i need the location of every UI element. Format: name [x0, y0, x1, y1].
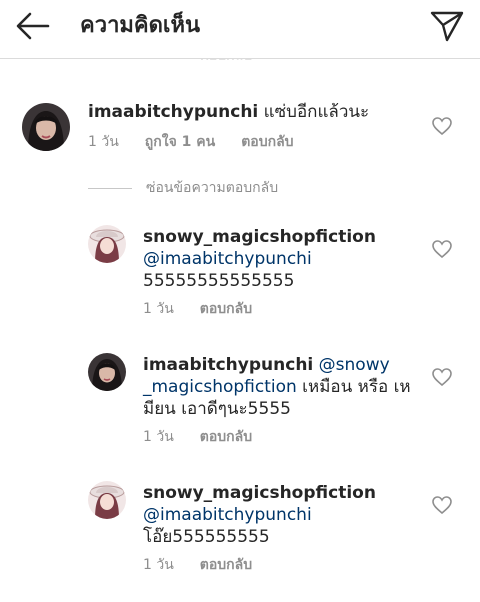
reply-username[interactable]: snowy_magicshopfiction — [143, 227, 376, 247]
likes-count-link[interactable]: ถูกใจ 1 คน — [145, 134, 215, 150]
reply-time: 1 วัน — [143, 429, 174, 445]
reply-meta: 1 วัน ตอบกลับ — [143, 428, 278, 446]
comment-meta: 1 วัน ถูกใจ 1 คน ตอบกลับ — [88, 133, 320, 151]
heart-icon — [432, 117, 452, 136]
comment-username[interactable]: imaabitchypunchi — [88, 102, 258, 122]
heart-icon — [432, 240, 452, 259]
reply-link[interactable]: ตอบกลับ — [200, 301, 252, 317]
reply-meta: 1 วัน ตอบกลับ — [143, 300, 278, 318]
mention-link[interactable]: @imaabitchypunchi — [143, 505, 312, 525]
like-button[interactable] — [432, 368, 452, 387]
avatar[interactable] — [88, 225, 126, 263]
reply-username[interactable]: snowy_magicshopfiction — [143, 483, 376, 503]
reply-time: 1 วัน — [143, 301, 174, 317]
hide-replies-label: ซ่อนข้อความตอบกลับ — [146, 180, 279, 196]
reply-username[interactable]: imaabitchypunchi — [143, 355, 313, 375]
reply-text: snowy_magicshopfiction @imaabitchypunchi… — [143, 482, 423, 548]
profile-photo-icon — [88, 225, 126, 263]
arrow-left-icon — [16, 12, 50, 40]
comment-body: แซ่บอีกแล้วนะ — [263, 102, 370, 122]
reply-link[interactable]: ตอบกลับ — [241, 134, 293, 150]
divider — [88, 187, 132, 189]
like-button[interactable] — [432, 496, 452, 515]
reply-body-continued: มียน เอาดีๆนะ5555 — [143, 399, 291, 419]
avatar[interactable] — [88, 481, 126, 519]
reply-text: imaabitchypunchi @snowy _magicshopfictio… — [143, 354, 423, 420]
mention-link[interactable]: @snowy — [319, 355, 390, 375]
avatar[interactable] — [88, 353, 126, 391]
reply-link[interactable]: ตอบกลับ — [200, 557, 252, 573]
heart-icon — [432, 368, 452, 387]
profile-photo-icon — [88, 481, 126, 519]
reply-body: โอ๊ย555555555 — [143, 527, 270, 547]
back-button[interactable] — [16, 12, 50, 40]
hide-replies-toggle[interactable]: ซ่อนข้อความตอบกลับ — [88, 178, 278, 198]
share-button[interactable] — [430, 10, 464, 42]
avatar[interactable] — [22, 103, 70, 151]
reply-body: 55555555555555 — [143, 271, 295, 291]
like-button[interactable] — [432, 240, 452, 259]
profile-photo-icon — [22, 103, 70, 151]
reply-body: เหมือน หรือ เห — [296, 377, 411, 397]
profile-photo-icon — [88, 353, 126, 391]
heart-icon — [432, 496, 452, 515]
mention-link[interactable]: @imaabitchypunchi — [143, 249, 312, 269]
reply-meta: 1 วัน ตอบกลับ — [143, 556, 278, 574]
reply-link[interactable]: ตอบกลับ — [200, 429, 252, 445]
page-title: ความคิดเห็น — [80, 13, 200, 38]
reply-time: 1 วัน — [143, 557, 174, 573]
comment-time: 1 วัน — [88, 134, 119, 150]
reply-text: snowy_magicshopfiction @imaabitchypunchi… — [143, 226, 423, 292]
like-button[interactable] — [432, 117, 452, 136]
top-app-bar: ความคิดเห็น — [0, 0, 480, 59]
comment-text: imaabitchypunchi แซ่บอีกแล้วนะ — [88, 101, 418, 123]
paper-plane-icon — [430, 11, 464, 42]
mention-link-continued[interactable]: _magicshopfiction — [143, 377, 297, 397]
